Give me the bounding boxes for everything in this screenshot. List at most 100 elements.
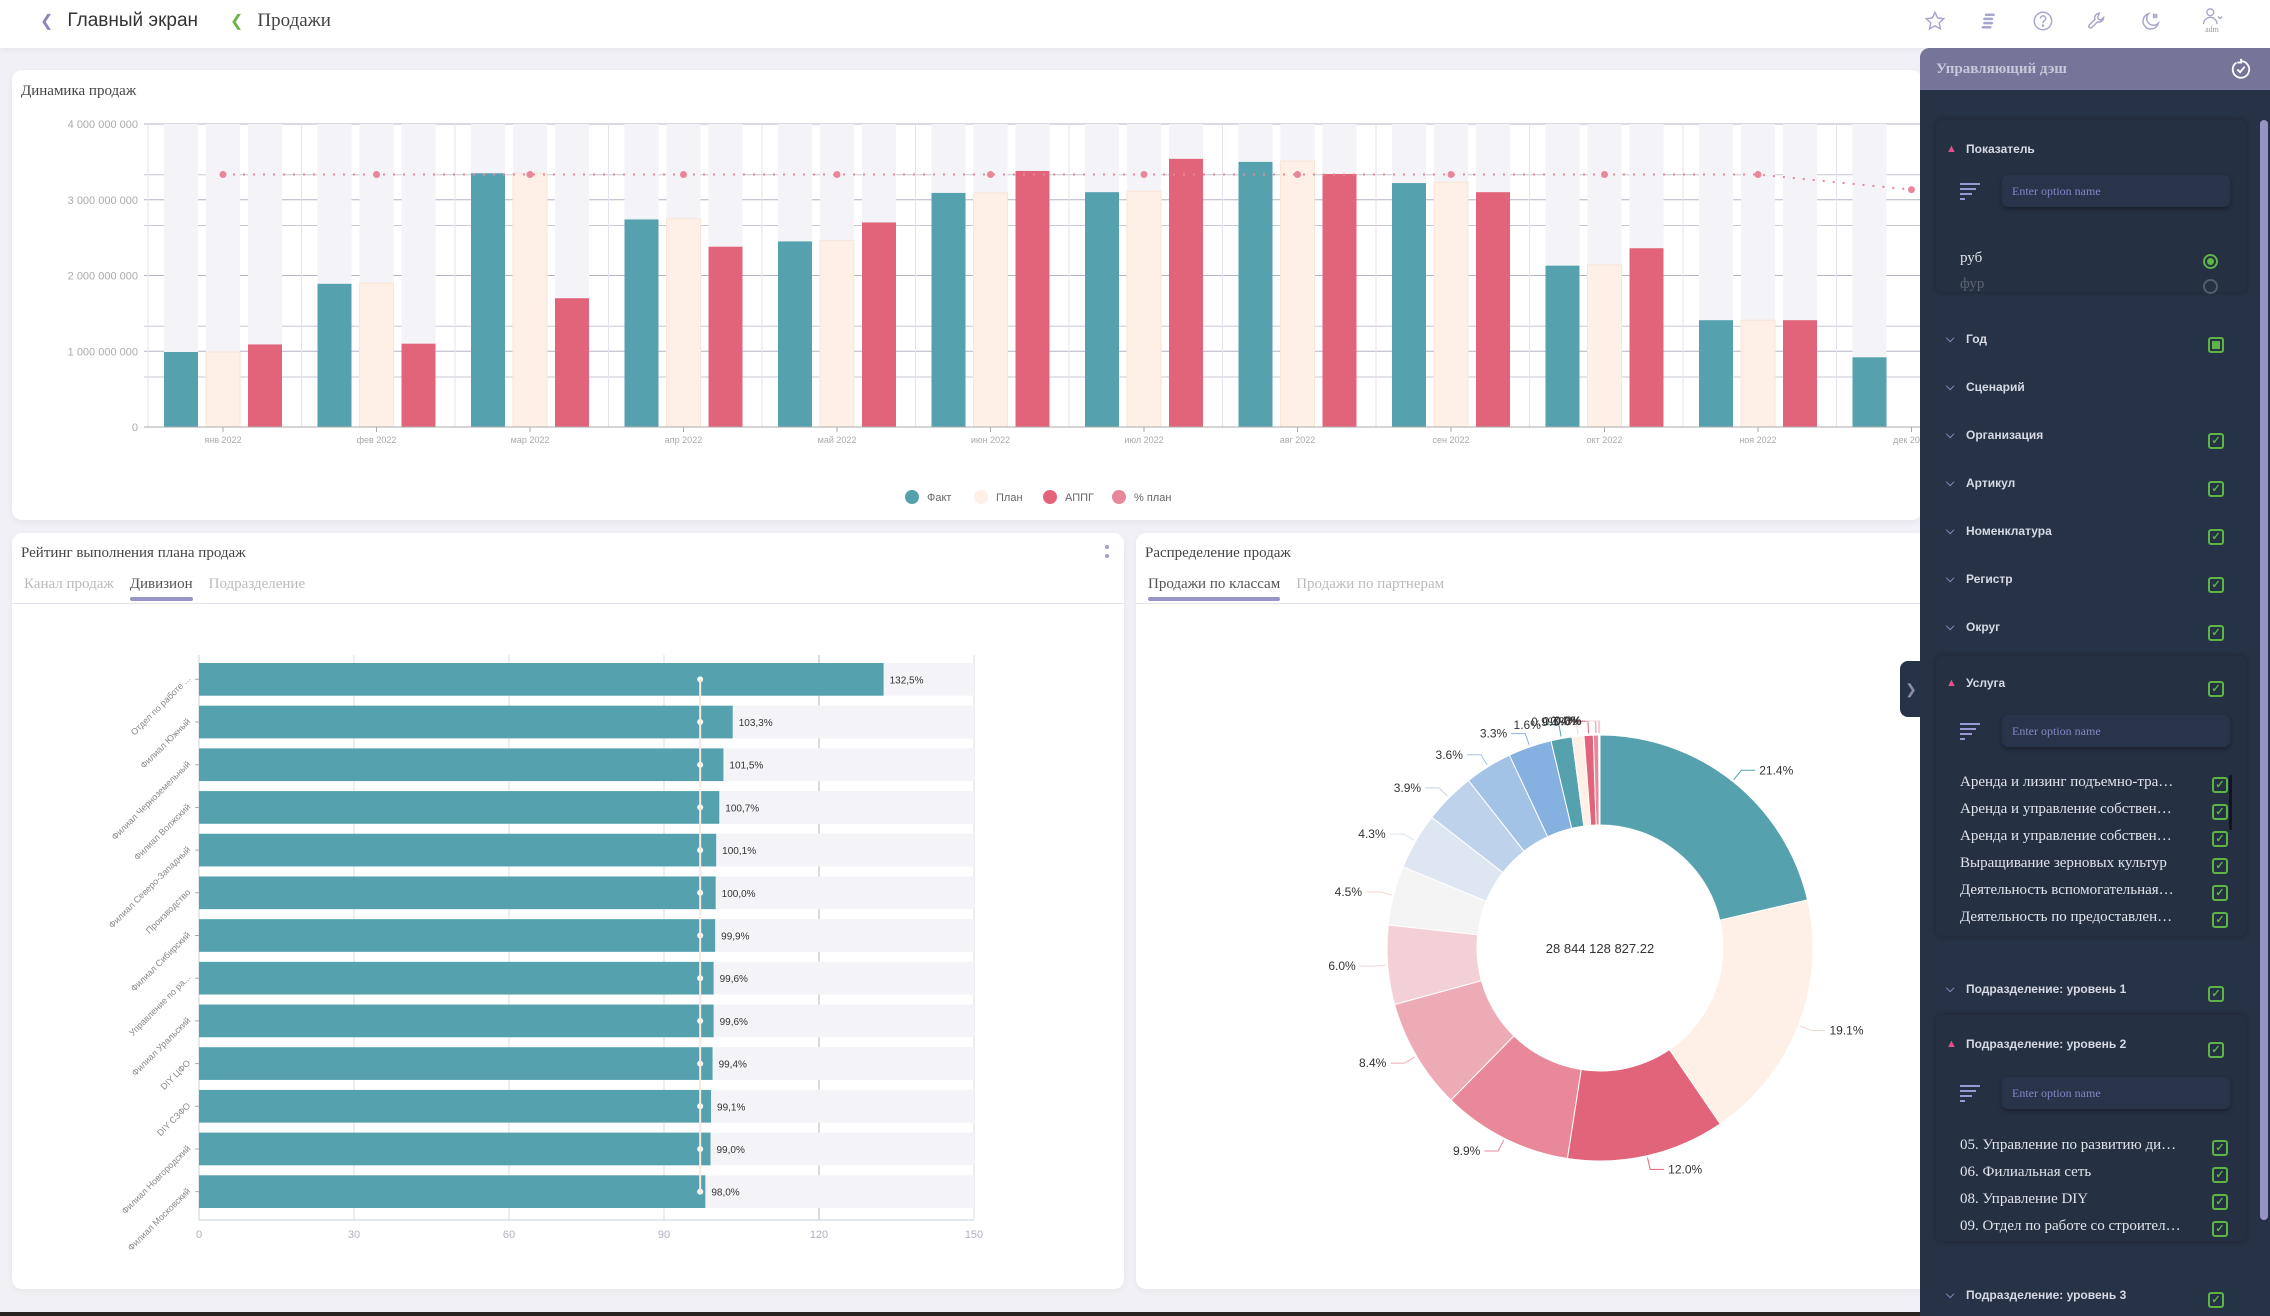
service-option[interactable]: Аренда и лизинг подъемно-тра… (1960, 774, 2210, 791)
division2-option[interactable]: 06. Филиальная сеть (1960, 1164, 2210, 1181)
district-checkbox[interactable]: ✓ (2208, 625, 2224, 641)
bar (199, 791, 720, 824)
bar-Факт (1699, 320, 1733, 427)
radio-rub[interactable] (2203, 254, 2218, 269)
service-option-checkbox[interactable]: ✓ (2212, 885, 2228, 901)
bar-АППГ (1629, 248, 1664, 427)
indicator-search-input[interactable] (2002, 175, 2230, 207)
donut-label: 6.0% (1328, 959, 1356, 973)
bar-value-label: 99,4% (719, 1060, 747, 1071)
filter-register-header[interactable]: ⌵ Регистр (1946, 572, 2013, 586)
breadcrumb-home-label: Главный экран (67, 10, 199, 31)
wrench-icon[interactable] (2084, 8, 2110, 34)
service-checkbox[interactable]: ✓ (2208, 681, 2224, 697)
register-checkbox[interactable]: ✓ (2208, 577, 2224, 593)
service-option[interactable]: Выращивание зерновых культур (1960, 855, 2210, 872)
bar-value-label: 99,1% (717, 1102, 745, 1113)
service-option-checkbox[interactable]: ✓ (2212, 804, 2228, 820)
division2-option[interactable]: 05. Управление по развитию ди… (1960, 1137, 2210, 1154)
division2-option-checkbox[interactable]: ✓ (2212, 1221, 2228, 1237)
reset-icon[interactable] (2230, 58, 2252, 80)
star-icon[interactable] (1922, 8, 1948, 34)
chevron-down-icon: ⌵ (1946, 524, 1955, 537)
service-option-checkbox[interactable]: ✓ (2212, 858, 2228, 874)
legend-marker (1043, 490, 1057, 504)
sort-icon[interactable] (1960, 722, 1980, 740)
filter-division1-header[interactable]: ⌵ Подразделение: уровень 1 (1946, 982, 2126, 996)
donut-center-total: 28 844 128 827.22 (1546, 941, 1654, 956)
help-icon[interactable] (2030, 8, 2056, 34)
division1-checkbox[interactable]: ✓ (2208, 986, 2224, 1002)
division2-option-checkbox[interactable]: ✓ (2212, 1167, 2228, 1183)
donut-slice (1598, 734, 1601, 826)
bar-План (1126, 190, 1162, 428)
bar-План (1433, 181, 1469, 428)
division3-checkbox[interactable]: ✓ (2208, 1292, 2224, 1308)
donut-label: 9.9% (1453, 1144, 1481, 1158)
division2-option[interactable]: 09. Отдел по работе со строител… (1960, 1218, 2210, 1235)
x-tick-label: 30 (348, 1229, 360, 1241)
filter-nomenclature-header[interactable]: ⌵ Номенклатура (1946, 524, 2052, 538)
bar-Факт (1852, 357, 1887, 427)
service-option[interactable]: Аренда и управление собствен… (1960, 828, 2210, 845)
option-fur[interactable]: фур (1960, 276, 2210, 293)
user-menu[interactable]: adm (2192, 8, 2232, 34)
donut-label: 3.9% (1394, 781, 1422, 795)
donut-label-line (1466, 754, 1488, 766)
bar-value-label: 99,0% (717, 1145, 745, 1156)
filter-scenario-header[interactable]: ⌵ Сценарий (1946, 380, 2025, 394)
nomenclature-checkbox[interactable]: ✓ (2208, 529, 2224, 545)
sort-icon[interactable] (1960, 1084, 1980, 1102)
donut-label: 3.6% (1436, 748, 1464, 762)
organization-checkbox[interactable]: ✓ (2208, 433, 2224, 449)
sort-icon[interactable] (1960, 182, 1980, 200)
list-icon[interactable] (1976, 8, 2002, 34)
x-tick-label: ноя 2022 (1739, 435, 1776, 445)
service-option[interactable]: Деятельность по предоставлен… (1960, 909, 2210, 926)
service-option-checkbox[interactable]: ✓ (2212, 831, 2228, 847)
division2-search-input[interactable] (2002, 1077, 2230, 1109)
filter-division2-header[interactable]: ▲ Подразделение: уровень 2 (1946, 1037, 2126, 1051)
bar-План (205, 351, 241, 428)
division2-option[interactable]: 08. Управление DIY (1960, 1191, 2210, 1208)
service-option[interactable]: Деятельность вспомогательная… (1960, 882, 2210, 899)
theme-icon[interactable] (2138, 8, 2164, 34)
filter-indicator-header[interactable]: ▲ Показатель (1946, 142, 2035, 156)
breadcrumb-sales[interactable]: ❮ Продажи (230, 10, 331, 32)
division2-option-checkbox[interactable]: ✓ (2212, 1140, 2228, 1156)
chevron-up-icon: ▲ (1946, 143, 1957, 155)
bar-value-label: 101,5% (729, 761, 763, 772)
bar-Факт (778, 241, 812, 427)
bar-value-label: 99,9% (721, 932, 749, 943)
sidebar-collapse-handle[interactable]: ❯ (1900, 661, 1922, 717)
breadcrumb-home[interactable]: ❮ Главный экран (40, 10, 198, 32)
chevron-down-icon: ⌵ (1946, 380, 1955, 393)
bar-Факт (1238, 161, 1273, 427)
bar-value-label: 99,6% (720, 974, 748, 985)
bar-Факт (624, 219, 659, 427)
service-search-input[interactable] (2002, 715, 2230, 747)
filter-article-header[interactable]: ⌵ Артикул (1946, 476, 2015, 490)
bar-АППГ (1169, 158, 1203, 427)
radio-fur[interactable] (2203, 279, 2218, 294)
filter-organization-header[interactable]: ⌵ Организация (1946, 428, 2043, 442)
article-checkbox[interactable]: ✓ (2208, 481, 2224, 497)
donut-label: 4.5% (1335, 885, 1363, 899)
sidebar-scrollbar[interactable] (2260, 120, 2268, 1220)
option-rub[interactable]: руб (1960, 250, 2210, 267)
service-option-checkbox[interactable]: ✓ (2212, 912, 2228, 928)
year-checkbox[interactable] (2208, 337, 2224, 353)
division2-checkbox[interactable]: ✓ (2208, 1042, 2224, 1058)
service-options-scrollbar[interactable] (2229, 775, 2232, 830)
filter-service-header[interactable]: ▲ Услуга (1946, 676, 2005, 690)
service-option-checkbox[interactable]: ✓ (2212, 777, 2228, 793)
y-tick-label: 2 000 000 000 (68, 271, 138, 283)
y-tick-label: 1 000 000 000 (68, 346, 138, 358)
service-option[interactable]: Аренда и управление собствен… (1960, 801, 2210, 818)
legend-marker (974, 490, 988, 504)
top-bar: ❮ Главный экран ❮ Продажи adm (0, 0, 2270, 48)
filter-district-header[interactable]: ⌵ Округ (1946, 620, 2000, 634)
filter-year-header[interactable]: ⌵ Год (1946, 332, 1987, 346)
division2-option-checkbox[interactable]: ✓ (2212, 1194, 2228, 1210)
filter-division3-header[interactable]: ⌵ Подразделение: уровень 3 (1946, 1288, 2126, 1302)
